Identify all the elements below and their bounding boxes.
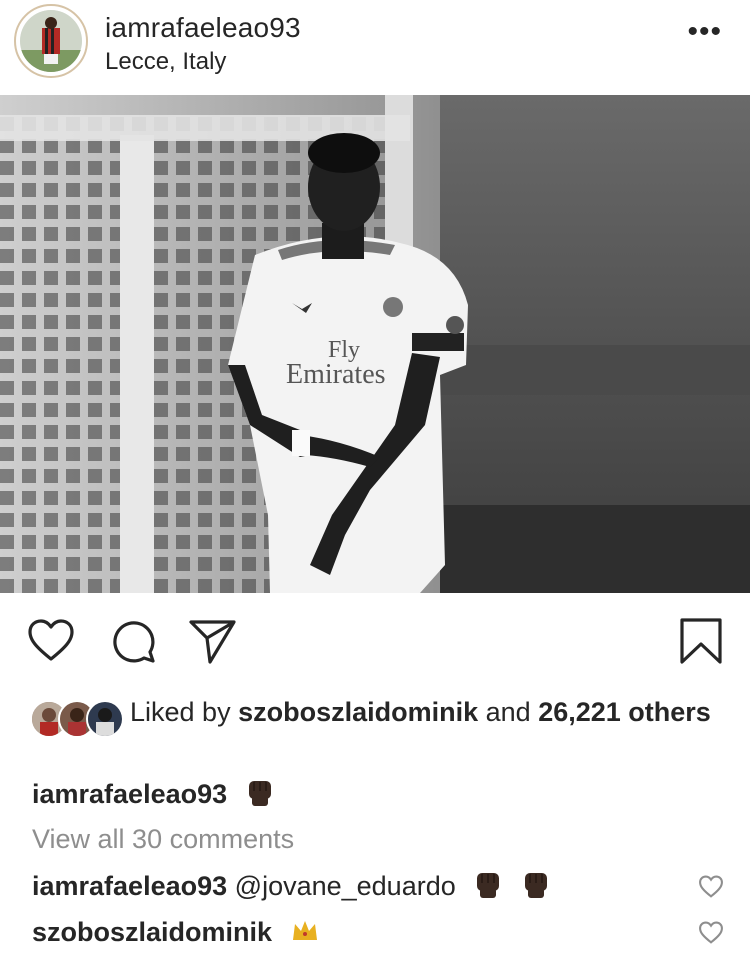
player-photo-image: Fly Emirates xyxy=(0,95,750,593)
jersey-sponsor-line2: Emirates xyxy=(286,359,386,390)
likes-count[interactable]: 26,221 xyxy=(538,697,621,727)
comment-username[interactable]: szoboszlaidominik xyxy=(32,917,272,947)
raised-fist-emoji xyxy=(521,870,551,900)
comment-row: iamrafaeleao93 @jovane_eduardo xyxy=(32,870,551,902)
avatar-image xyxy=(20,10,82,72)
bookmark-icon[interactable] xyxy=(676,616,726,666)
comment-like-heart-icon[interactable] xyxy=(698,874,724,900)
liker-avatar xyxy=(86,700,124,738)
liker-username[interactable]: szoboszlaidominik xyxy=(238,697,478,727)
comment-username[interactable]: iamrafaeleao93 xyxy=(32,871,227,901)
raised-fist-emoji xyxy=(245,778,275,808)
action-bar xyxy=(0,600,750,680)
caption: iamrafaeleao93 xyxy=(32,778,275,810)
post-username[interactable]: iamrafaeleao93 xyxy=(105,12,301,44)
caption-username[interactable]: iamrafaeleao93 xyxy=(32,779,227,809)
liked-by-text: Liked by szoboszlaidominik and 26,221 ot… xyxy=(130,696,720,729)
post-header: iamrafaeleao93 Lecce, Italy ••• xyxy=(0,0,750,95)
view-all-comments-link[interactable]: View all 30 comments xyxy=(32,824,294,855)
post-photo[interactable]: Fly Emirates xyxy=(0,95,750,593)
liked-by-middle: and xyxy=(478,697,539,727)
liked-by-prefix: Liked by xyxy=(130,697,239,727)
profile-avatar[interactable] xyxy=(14,4,88,78)
comment-icon[interactable] xyxy=(108,616,158,666)
more-options-icon[interactable]: ••• xyxy=(687,17,722,47)
raised-fist-emoji xyxy=(473,870,503,900)
comment-row: szoboszlaidominik xyxy=(32,916,320,948)
likes-others[interactable]: others xyxy=(621,697,711,727)
comment-mention[interactable]: @jovane_eduardo xyxy=(235,871,456,901)
direct-share-icon[interactable] xyxy=(188,616,238,666)
crown-emoji xyxy=(290,916,320,946)
post-location[interactable]: Lecce, Italy xyxy=(105,48,226,76)
heart-icon[interactable] xyxy=(26,616,76,666)
comment-like-heart-icon[interactable] xyxy=(698,920,724,946)
liker-avatars[interactable] xyxy=(30,700,125,738)
